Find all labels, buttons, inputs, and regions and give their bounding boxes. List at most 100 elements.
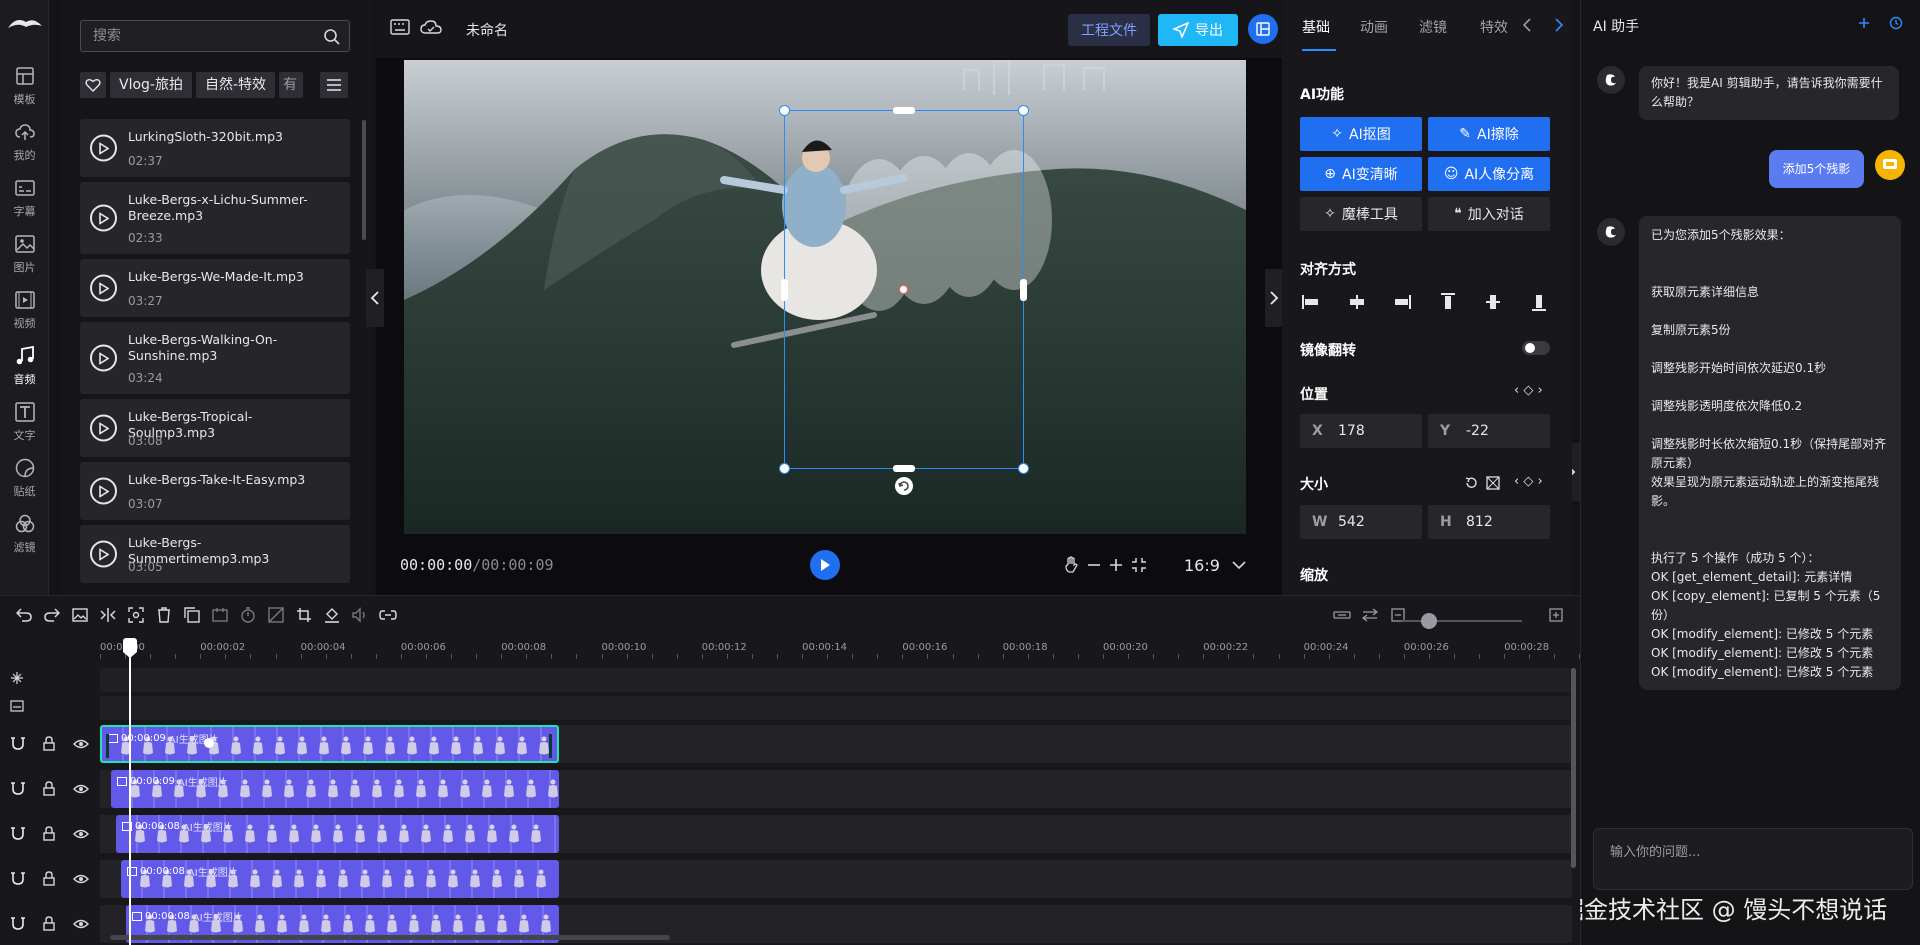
eye-toggle[interactable] [73, 781, 89, 797]
tab-animation[interactable]: 动画 [1360, 17, 1388, 37]
clip-trim-handle[interactable] [549, 734, 552, 758]
detach-button[interactable] [378, 605, 398, 625]
duplicate-button[interactable] [182, 605, 202, 625]
ai-portrait-separation-button[interactable]: ☺ AI人像分离 [1428, 157, 1550, 191]
height-field[interactable]: H 812 [1428, 505, 1550, 539]
align-top-button[interactable] [1437, 291, 1459, 313]
zoom-in-button[interactable] [1105, 554, 1127, 576]
lock-toggle[interactable] [41, 871, 57, 887]
freeze-frame-button[interactable] [210, 605, 230, 625]
magnet-toggle[interactable] [10, 826, 26, 842]
nav-item-filter[interactable]: 滤镜 [0, 506, 49, 562]
nav-item-subtitle[interactable]: 字幕 [0, 170, 49, 226]
list-item[interactable]: LurkingSloth-320bit.mp3 02:37 [80, 119, 350, 177]
list-item[interactable]: Luke-Bergs-x-Lichu-Summer-Breeze.mp3 02:… [80, 182, 350, 254]
crop-button[interactable] [294, 605, 314, 625]
width-value[interactable]: 542 [1338, 514, 1365, 530]
chevron-left-icon[interactable] [1522, 18, 1532, 32]
align-center-h-button[interactable] [1346, 291, 1368, 313]
timeline-zoom-out-button[interactable] [1388, 605, 1408, 625]
play-icon[interactable] [90, 344, 117, 372]
audio-button[interactable] [350, 605, 370, 625]
keyboard-icon[interactable] [390, 19, 410, 35]
resize-handle-bottom-right[interactable] [1018, 463, 1029, 474]
timeline-clip[interactable]: 00:00:09 AI生成图片 [100, 725, 559, 763]
collapse-library-button[interactable] [366, 269, 384, 327]
new-chat-button[interactable] [1855, 14, 1873, 32]
selection-box[interactable] [779, 105, 1029, 474]
split-button[interactable] [98, 605, 118, 625]
track-subtitle-icon[interactable] [9, 698, 25, 714]
magnet-toggle[interactable] [10, 871, 26, 887]
list-item[interactable]: Luke-Bergs-Tropical-Soulmp3.mp3 03:08 [80, 399, 350, 457]
play-icon[interactable] [90, 274, 117, 302]
playhead[interactable] [129, 638, 131, 945]
magnet-toggle[interactable] [10, 736, 26, 752]
resize-handle-top-right[interactable] [1018, 105, 1029, 116]
timeline-zoom-in-button[interactable] [1546, 605, 1566, 625]
nav-item-audio[interactable]: 音频 [0, 338, 49, 394]
play-icon[interactable] [90, 477, 117, 505]
magnet-toggle[interactable] [10, 916, 26, 932]
add-to-chat-button[interactable]: ❝ 加入对话 [1428, 197, 1550, 231]
project-file-button[interactable]: 工程文件 [1068, 14, 1150, 46]
lock-toggle[interactable] [41, 781, 57, 797]
ai-matting-button[interactable]: ✧ AI抠图 [1300, 117, 1422, 151]
play-icon[interactable] [90, 134, 117, 162]
timeline-ruler[interactable]: 00:00:00 00:00:02 00:00:04 00:00:06 00:00:08… [100, 638, 1581, 660]
play-icon[interactable] [90, 204, 117, 232]
clip-trim-handle[interactable] [106, 734, 109, 758]
list-item[interactable]: Luke-Bergs-Take-It-Easy.mp3 03:07 [80, 462, 350, 520]
search-input[interactable] [81, 21, 349, 51]
eye-toggle[interactable] [73, 826, 89, 842]
mask-button[interactable] [266, 605, 286, 625]
nav-item-mine[interactable]: 我的 [0, 114, 49, 170]
video-canvas[interactable] [404, 60, 1246, 534]
rotate-icon[interactable] [894, 476, 914, 496]
project-title[interactable]: 未命名 [466, 20, 508, 40]
timeline-clip[interactable]: 00:00:08 AI生成图片 [116, 815, 559, 853]
track-fit-button[interactable] [1332, 605, 1352, 625]
crop-focus-button[interactable] [126, 605, 146, 625]
list-item[interactable]: Luke-Bergs-Walking-On-Sunshine.mp3 03:24 [80, 322, 350, 394]
timeline-horizontal-scrollbar[interactable] [110, 935, 670, 940]
lock-toggle[interactable] [41, 826, 57, 842]
align-bottom-button[interactable] [1528, 291, 1550, 313]
magic-wand-tool-button[interactable]: ✧ 魔棒工具 [1300, 197, 1422, 231]
keyframe-nav[interactable]: ‹ ◇ › [1514, 474, 1543, 489]
cloud-icon[interactable] [420, 19, 442, 35]
aspect-ratio-value[interactable]: 16:9 [1184, 556, 1220, 575]
timeline-zoom-slider[interactable] [1402, 620, 1522, 622]
tab-filter[interactable]: 滤镜 [1419, 17, 1447, 37]
color-fill-button[interactable] [322, 605, 342, 625]
eye-toggle[interactable] [73, 736, 89, 752]
nav-item-template[interactable]: 模板 [0, 58, 49, 114]
nav-item-image[interactable]: 图片 [0, 226, 49, 282]
filter-chip-vlog[interactable]: Vlog-旅拍 [110, 72, 192, 98]
favorite-filter-button[interactable] [80, 72, 106, 98]
track-effect-icon[interactable] [9, 670, 25, 686]
timeline-zoom-knob[interactable] [1421, 613, 1437, 629]
magnet-toggle[interactable] [10, 781, 26, 797]
eye-toggle[interactable] [73, 916, 89, 932]
resize-handle-right[interactable] [1020, 279, 1027, 301]
reset-icon[interactable] [1464, 476, 1478, 490]
undo-button[interactable] [14, 605, 34, 625]
nav-item-text[interactable]: 文字 [0, 394, 49, 450]
resize-handle-top[interactable] [893, 107, 915, 114]
filter-chip-nature[interactable]: 自然-特效 [195, 72, 276, 98]
resize-handle-bottom-left[interactable] [779, 463, 790, 474]
align-center-v-button[interactable] [1482, 291, 1504, 313]
position-x-value[interactable]: 178 [1338, 423, 1365, 439]
nav-item-video[interactable]: 视频 [0, 282, 49, 338]
filter-menu-button[interactable] [320, 72, 348, 98]
play-button[interactable] [810, 550, 840, 580]
nav-item-sticker[interactable]: 贴纸 [0, 450, 49, 506]
library-scrollbar[interactable] [362, 120, 366, 240]
tab-basic[interactable]: 基础 [1302, 17, 1330, 37]
ai-question-input[interactable] [1594, 829, 1912, 863]
resize-handle-top-left[interactable] [779, 105, 790, 116]
redo-button[interactable] [42, 605, 62, 625]
ai-enhance-button[interactable]: ⊕ AI变清晰 [1300, 157, 1422, 191]
resize-handle-bottom[interactable] [893, 465, 915, 472]
